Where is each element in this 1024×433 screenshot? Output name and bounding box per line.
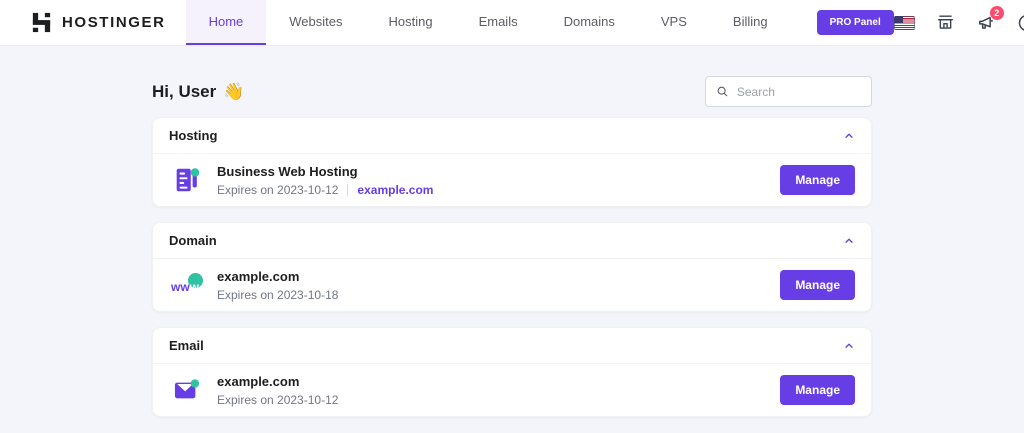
greeting-row: Hi, User 👋 [152,76,872,107]
hostinger-h-icon [30,11,53,34]
header-actions: 2 [894,0,1024,45]
greeting-text: Hi, User [152,82,216,102]
service-info: Business Web Hosting Expires on 2023-10-… [217,164,780,197]
email-card: Email example.com Expires on 2023-10 [152,327,872,417]
card-section-title: Domain [169,233,217,248]
hostinger-logo[interactable]: HOSTINGER [0,0,166,45]
chevron-up-icon[interactable] [843,130,855,142]
domain-card: Domain www example.com Expires on 2023-1… [152,222,872,312]
top-bar: HOSTINGER Home Websites Hosting Emails D… [0,0,1024,46]
dashboard: Hi, User 👋 Hosting [0,46,1024,417]
chevron-up-icon[interactable] [843,340,855,352]
service-info: example.com Expires on 2023-10-18 [217,269,780,302]
tab-billing[interactable]: Billing [710,0,791,45]
main-nav: Home Websites Hosting Emails Domains VPS… [186,0,791,45]
manage-hosting-button[interactable]: Manage [780,165,855,195]
hosting-card-header[interactable]: Hosting [153,118,871,154]
logo-text: HOSTINGER [62,14,166,31]
tab-home[interactable]: Home [186,0,267,45]
tab-websites[interactable]: Websites [266,0,365,45]
search-icon [716,84,729,99]
server-icon [169,165,205,195]
search-input[interactable] [737,85,861,99]
service-subtitle: Expires on 2023-10-18 [217,288,780,302]
help-button[interactable] [1017,13,1024,33]
domain-link[interactable]: example.com [357,183,433,197]
www-icon: www [169,274,205,296]
email-card-body: example.com Expires on 2023-10-12 Manage [153,364,871,416]
pro-panel-button[interactable]: PRO Panel [817,10,894,35]
tab-hosting[interactable]: Hosting [366,0,456,45]
card-section-title: Email [169,338,204,353]
envelope-icon [169,377,205,403]
service-subtitle: Expires on 2023-10-12 example.com [217,183,780,197]
help-icon [1017,13,1024,33]
hosting-card: Hosting [152,117,872,207]
store-button[interactable] [936,13,955,32]
service-title: Business Web Hosting [217,164,780,179]
tab-vps[interactable]: VPS [638,0,710,45]
us-flag-icon [894,16,915,30]
separator [347,184,348,196]
card-section-title: Hosting [169,128,217,143]
expiry-date: Expires on 2023-10-12 [217,183,338,197]
service-title: example.com [217,269,780,284]
chevron-up-icon[interactable] [843,235,855,247]
service-title: example.com [217,374,780,389]
language-selector-button[interactable] [894,16,915,30]
domain-card-body: www example.com Expires on 2023-10-18 Ma… [153,259,871,311]
email-card-header[interactable]: Email [153,328,871,364]
page-title: Hi, User 👋 [152,82,244,102]
notifications-button[interactable]: 2 [976,13,996,33]
manage-email-button[interactable]: Manage [780,375,855,405]
service-subtitle: Expires on 2023-10-12 [217,393,780,407]
manage-domain-button[interactable]: Manage [780,270,855,300]
tab-emails[interactable]: Emails [456,0,541,45]
expiry-date: Expires on 2023-10-18 [217,288,338,302]
tab-domains[interactable]: Domains [541,0,638,45]
expiry-date: Expires on 2023-10-12 [217,393,338,407]
notification-badge: 2 [990,6,1004,20]
domain-card-header[interactable]: Domain [153,223,871,259]
hosting-card-body: Business Web Hosting Expires on 2023-10-… [153,154,871,206]
search-box[interactable] [705,76,872,107]
waving-hand-emoji: 👋 [223,82,244,102]
service-info: example.com Expires on 2023-10-12 [217,374,780,407]
storefront-icon [936,13,955,32]
